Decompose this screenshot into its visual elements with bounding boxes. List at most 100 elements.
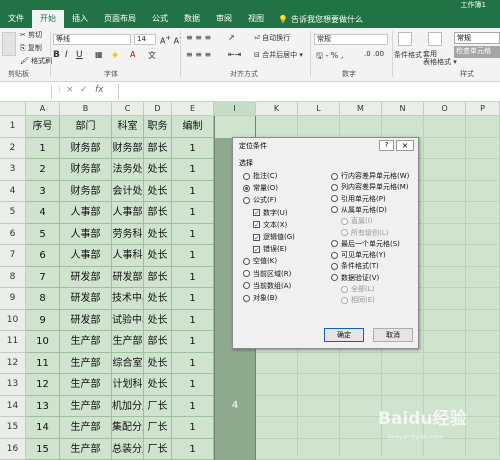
table-cell[interactable]: 4 — [26, 202, 60, 224]
table-cell[interactable]: 试验中心 — [112, 310, 144, 332]
table-cell[interactable]: 人事部 — [60, 224, 112, 246]
table-cell[interactable]: 财务部 — [60, 159, 112, 181]
underline-icon[interactable]: U — [76, 50, 83, 60]
name-box-dropdown-icon[interactable]: ⋮ — [56, 85, 63, 93]
table-cell[interactable]: 15 — [26, 439, 60, 460]
right-option-3[interactable]: 从属单元格(D) — [331, 205, 387, 215]
left-option-8[interactable]: 当前区域(R) — [243, 269, 291, 279]
tab-5[interactable]: 数据 — [176, 10, 208, 28]
tell-me-box[interactable]: 💡告诉我您想要做什么 — [278, 14, 363, 25]
table-cell[interactable]: 1 — [26, 138, 60, 160]
radio-icon[interactable] — [331, 206, 338, 213]
align-top-icon[interactable]: ≡ ≡ ≡ — [186, 33, 211, 42]
right-option-7[interactable]: 可见单元格(Y) — [331, 250, 386, 260]
format-painter-button[interactable]: 🖌 格式刷 — [20, 56, 52, 66]
column-header[interactable]: A — [26, 102, 60, 116]
radio-icon[interactable] — [243, 197, 250, 204]
phonetic-icon[interactable]: 文 — [148, 50, 156, 61]
table-cell[interactable]: 13 — [26, 396, 60, 418]
row-header[interactable]: 13 — [0, 374, 26, 396]
ok-button[interactable]: 确定 — [324, 328, 364, 342]
table-cell[interactable]: 1 — [172, 374, 214, 396]
radio-icon[interactable] — [243, 295, 250, 302]
italic-icon[interactable]: I — [65, 50, 68, 60]
table-cell[interactable]: 集配分厂 — [112, 417, 144, 439]
table-cell[interactable]: 研发部 — [60, 288, 112, 310]
row-header[interactable]: 9 — [0, 288, 26, 310]
checkbox-icon[interactable]: ✓ — [253, 221, 260, 228]
font-size-box[interactable]: 14 — [134, 34, 156, 45]
radio-icon[interactable] — [331, 252, 338, 259]
table-cell[interactable]: 12 — [26, 374, 60, 396]
style-normal[interactable]: 常规 — [454, 32, 500, 44]
table-cell[interactable]: 1 — [172, 288, 214, 310]
grow-font-icon[interactable]: A+ A- — [160, 34, 181, 46]
right-option-0[interactable]: 行内容差异单元格(W) — [331, 171, 409, 181]
wrap-text-button[interactable]: ⏎ 自动换行 — [254, 33, 290, 43]
enter-icon[interactable]: ✓ — [80, 85, 88, 95]
table-cell[interactable]: 1 — [172, 267, 214, 289]
table-cell[interactable]: 财务部 — [60, 181, 112, 203]
radio-icon[interactable] — [341, 229, 348, 236]
tab-4[interactable]: 公式 — [144, 10, 176, 28]
table-cell[interactable]: 1 — [172, 245, 214, 267]
radio-icon[interactable] — [331, 263, 338, 270]
row-header[interactable]: 1 — [0, 116, 26, 138]
radio-icon[interactable] — [331, 240, 338, 247]
table-cell[interactable]: 财务部 — [60, 138, 112, 160]
row-header[interactable]: 3 — [0, 159, 26, 181]
table-cell[interactable]: 14 — [26, 417, 60, 439]
radio-icon[interactable] — [243, 270, 250, 277]
table-cell[interactable]: 1 — [172, 396, 214, 418]
column-header[interactable]: K — [256, 102, 298, 116]
row-header[interactable]: 7 — [0, 245, 26, 267]
cut-button[interactable]: ✂ 剪切 — [20, 30, 42, 40]
paste-icon[interactable] — [2, 32, 16, 56]
merge-center-button[interactable]: ⊟ 合并后居中 ▾ — [254, 50, 303, 60]
left-option-5[interactable]: ✓逻辑值(G) — [253, 232, 295, 242]
font-name-box[interactable]: 等线 — [53, 34, 131, 45]
bold-icon[interactable]: B — [53, 50, 60, 60]
right-option-8[interactable]: 条件格式(T) — [331, 261, 379, 271]
table-cell[interactable]: 7 — [26, 267, 60, 289]
font-color-icon[interactable]: A — [130, 50, 135, 59]
radio-icon[interactable] — [243, 173, 250, 180]
table-cell[interactable]: 财务部 — [112, 138, 144, 160]
border-icon[interactable]: ▦ — [95, 50, 103, 59]
table-format-icon[interactable] — [428, 32, 442, 46]
account-name[interactable]: 工作簿1 — [461, 0, 486, 10]
table-cell[interactable]: 研发部 — [60, 310, 112, 332]
table-cell[interactable]: 生产部 — [60, 331, 112, 353]
table-cell[interactable]: 处长 — [144, 224, 172, 246]
left-option-10[interactable]: 对象(B) — [243, 293, 277, 303]
table-cell[interactable]: 部长 — [144, 331, 172, 353]
left-option-0[interactable]: 批注(C) — [243, 171, 277, 181]
table-cell[interactable]: 总装分厂 — [112, 439, 144, 460]
help-button[interactable]: ? — [379, 140, 394, 151]
table-cell[interactable]: 厂长 — [144, 439, 172, 460]
checkbox-icon[interactable]: ✓ — [253, 246, 260, 253]
table-cell[interactable]: 10 — [26, 331, 60, 353]
table-cell[interactable]: 人事部 — [112, 202, 144, 224]
right-option-1[interactable]: 列内容差异单元格(M) — [331, 182, 409, 192]
row-header[interactable]: 11 — [0, 331, 26, 353]
table-cell[interactable]: 科室 — [112, 116, 144, 138]
table-cell[interactable]: 1 — [172, 353, 214, 375]
table-cell[interactable]: 处长 — [144, 288, 172, 310]
table-cell[interactable]: 会计处 — [112, 181, 144, 203]
column-i-first-cell[interactable] — [214, 116, 256, 138]
row-header[interactable]: 6 — [0, 224, 26, 246]
column-header[interactable]: B — [60, 102, 112, 116]
table-cell[interactable]: 技术中心 — [112, 288, 144, 310]
column-header[interactable]: E — [172, 102, 214, 116]
row-header[interactable]: 5 — [0, 202, 26, 224]
table-cell[interactable]: 职务 — [144, 116, 172, 138]
radio-icon[interactable] — [331, 195, 338, 202]
left-option-1[interactable]: 常量(O) — [243, 183, 278, 193]
conditional-format-icon[interactable] — [398, 32, 412, 46]
style-check-cell[interactable]: 检查单元格 — [454, 46, 500, 58]
table-cell[interactable]: 厂长 — [144, 417, 172, 439]
column-header[interactable]: L — [298, 102, 340, 116]
left-option-6[interactable]: ✓错误(E) — [253, 244, 287, 254]
table-cell[interactable]: 机加分厂 — [112, 396, 144, 418]
